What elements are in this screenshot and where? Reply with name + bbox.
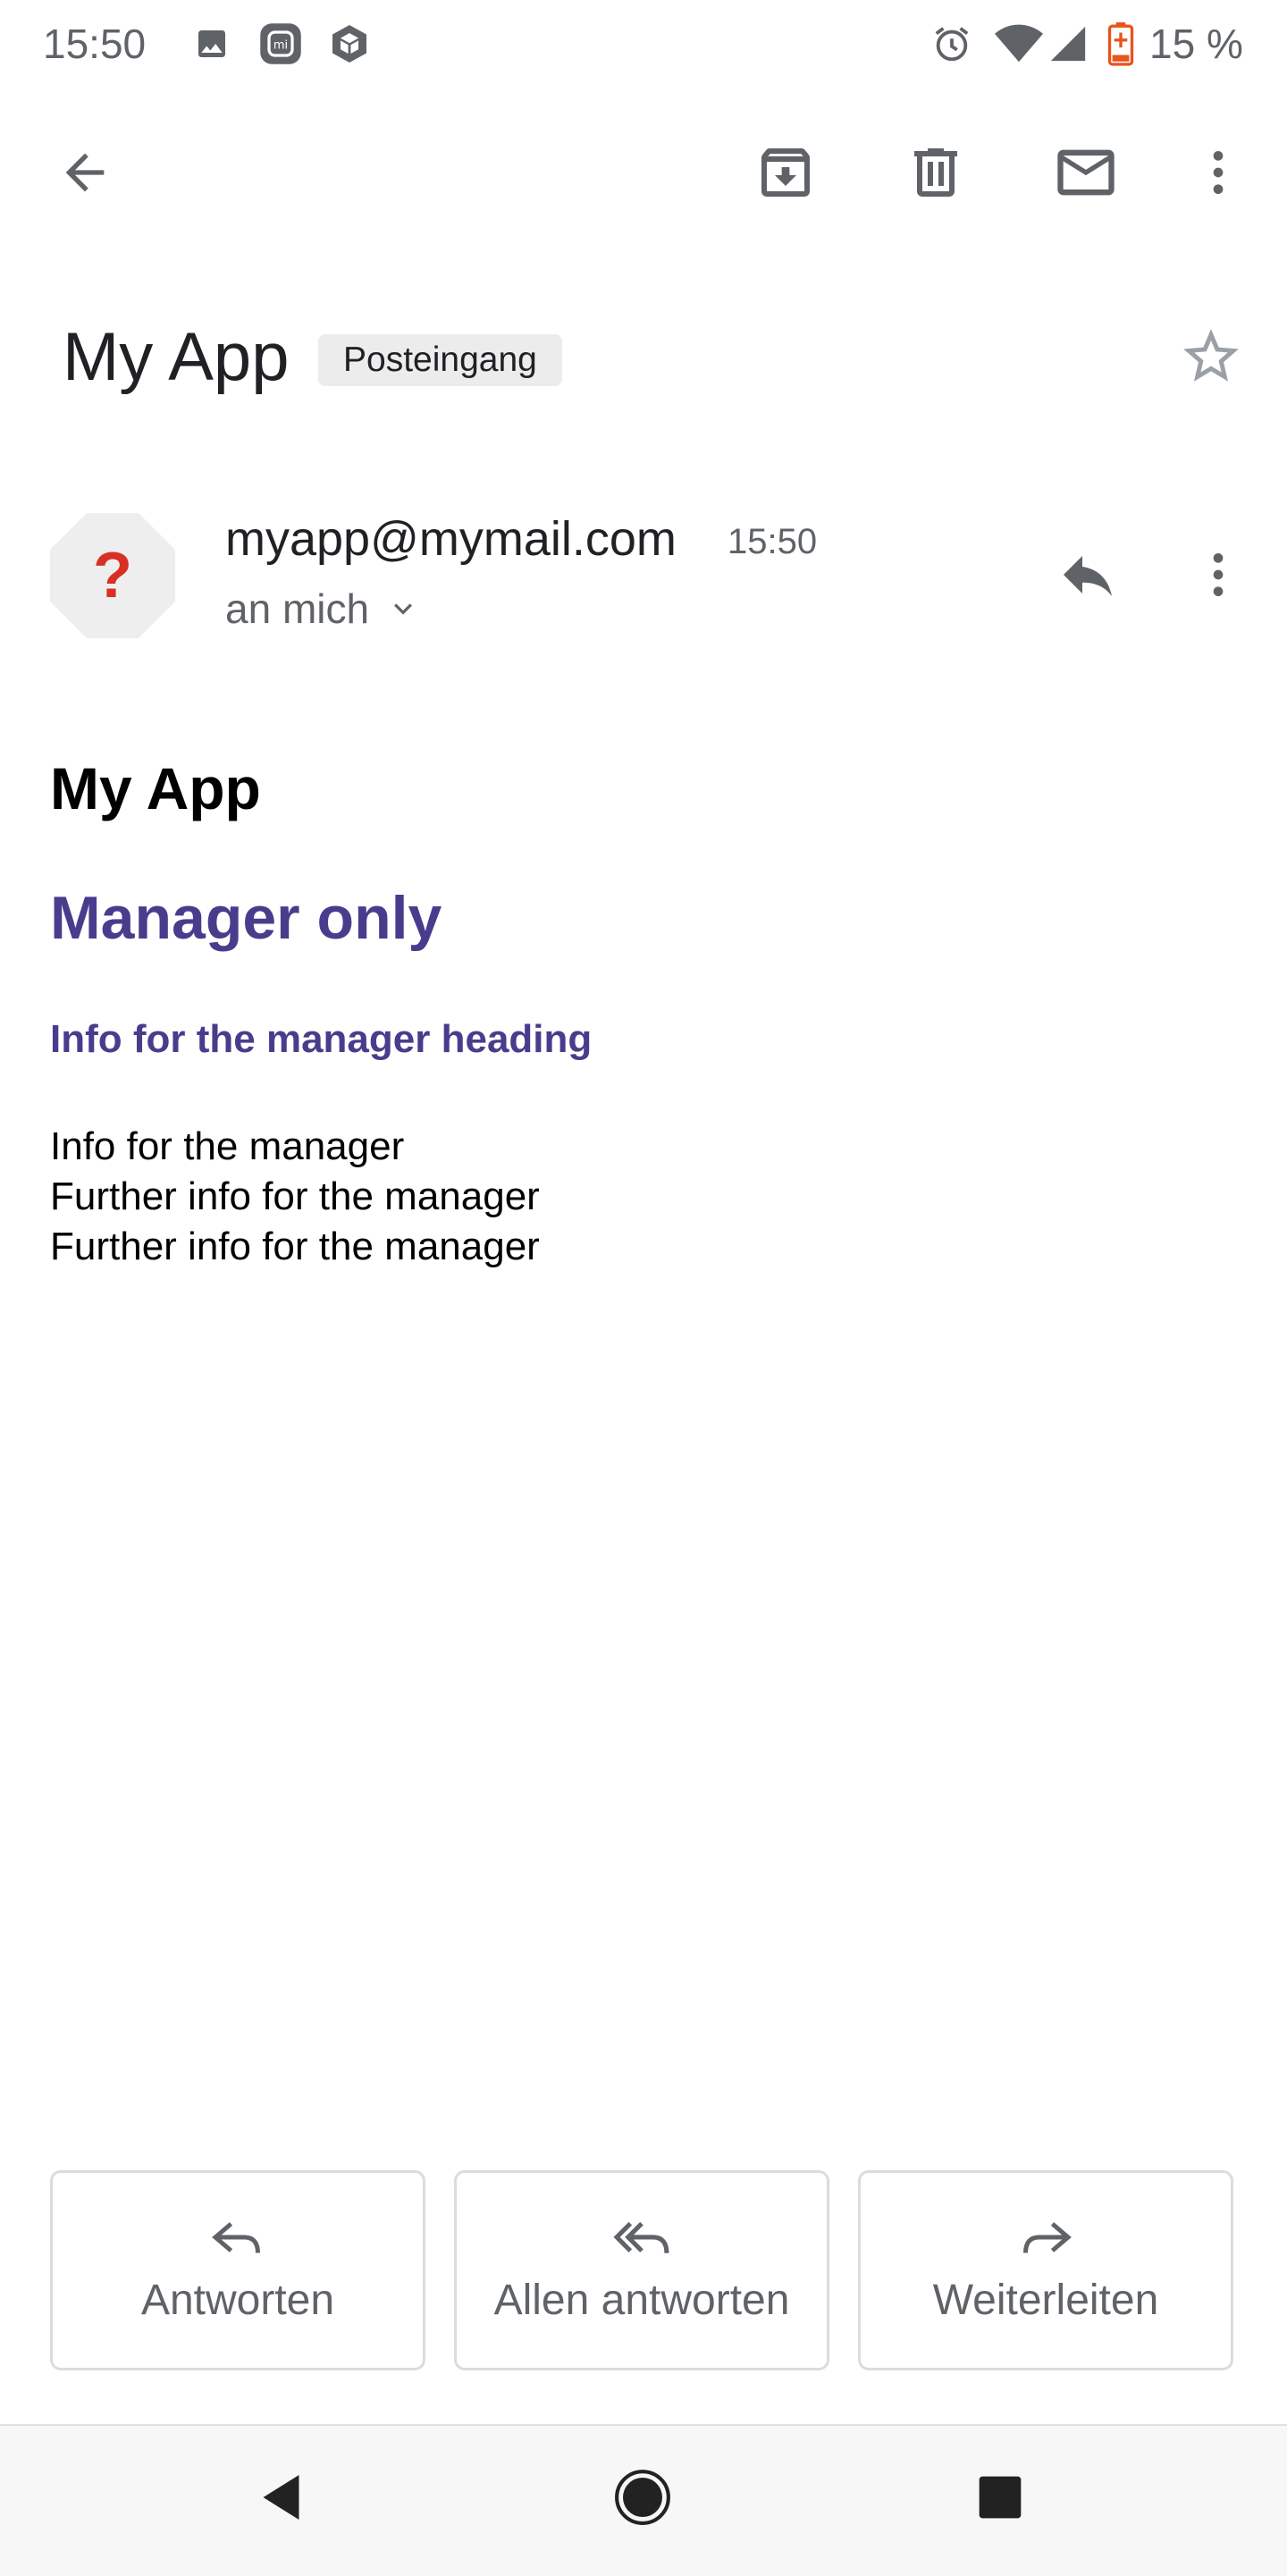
avatar[interactable]: ? — [50, 513, 175, 638]
email-body-subheading: Info for the manager heading — [50, 1017, 593, 1061]
svg-text:mi: mi — [273, 38, 288, 52]
reply-button[interactable]: Antworten — [50, 2170, 425, 2370]
reply-all-button[interactable]: Allen antworten — [454, 2170, 829, 2370]
forward-icon — [1019, 2217, 1072, 2267]
reply-icon-button[interactable] — [1047, 536, 1128, 617]
mark-unread-button[interactable] — [1046, 134, 1126, 215]
email-body-line: Info for the manager — [50, 1124, 405, 1168]
more-options-button[interactable] — [1178, 134, 1258, 215]
delete-icon — [904, 140, 968, 209]
email-body-line: Further info for the manager — [50, 1225, 540, 1268]
battery-percentage: 15 % — [1149, 21, 1243, 67]
reply-label: Antworten — [140, 2276, 335, 2324]
forward-button[interactable]: Weiterleiten — [858, 2170, 1233, 2370]
alarm-icon — [930, 23, 974, 64]
battery-low-icon — [1103, 22, 1139, 66]
email-body-heading: Manager only — [50, 884, 442, 952]
mi-app-icon: mi — [256, 23, 306, 64]
message-more-options-button[interactable] — [1178, 536, 1258, 617]
avatar-glyph: ? — [93, 540, 132, 611]
message-time: 15:50 — [728, 522, 818, 561]
forward-label: Weiterleiten — [932, 2276, 1159, 2324]
package-icon — [327, 23, 372, 64]
circle-home-icon — [613, 2468, 672, 2531]
back-arrow-icon — [56, 144, 114, 206]
email-body-title: My App — [50, 755, 261, 821]
archive-button[interactable] — [745, 134, 826, 215]
star-button[interactable] — [1171, 318, 1251, 399]
recipient-label: an mich — [225, 585, 370, 632]
status-time: 15:50 — [43, 21, 147, 67]
sender-email: myapp@mymail.com — [225, 512, 677, 566]
nav-back-button[interactable] — [243, 2463, 324, 2535]
signal-icon — [1046, 23, 1090, 64]
email-subject: My App — [63, 319, 290, 395]
more-vert-icon — [1190, 546, 1247, 608]
more-vert-icon — [1190, 144, 1247, 206]
reply-all-icon — [612, 2217, 671, 2267]
archive-icon — [753, 140, 818, 209]
inbox-label-chip[interactable]: Posteingang — [318, 334, 562, 386]
chevron-down-icon — [394, 603, 413, 615]
mail-icon — [1052, 139, 1120, 211]
status-bar: 15:50 mi 15 % — [0, 0, 1287, 89]
reply-icon — [1056, 543, 1120, 611]
nav-home-button[interactable] — [602, 2463, 683, 2535]
triangle-back-icon — [257, 2471, 310, 2529]
email-body-line: Further info for the manager — [50, 1174, 540, 1218]
star-outline-icon — [1178, 324, 1244, 394]
reply-all-label: Allen antworten — [493, 2276, 790, 2324]
image-icon — [191, 23, 232, 64]
delete-button[interactable] — [896, 134, 976, 215]
back-button[interactable] — [45, 134, 125, 215]
wifi-icon — [994, 23, 1044, 64]
reply-icon — [211, 2217, 265, 2267]
nav-recents-button[interactable] — [960, 2463, 1040, 2535]
square-recents-icon — [975, 2472, 1025, 2527]
recipient-details-toggle[interactable]: an mich — [225, 585, 421, 633]
